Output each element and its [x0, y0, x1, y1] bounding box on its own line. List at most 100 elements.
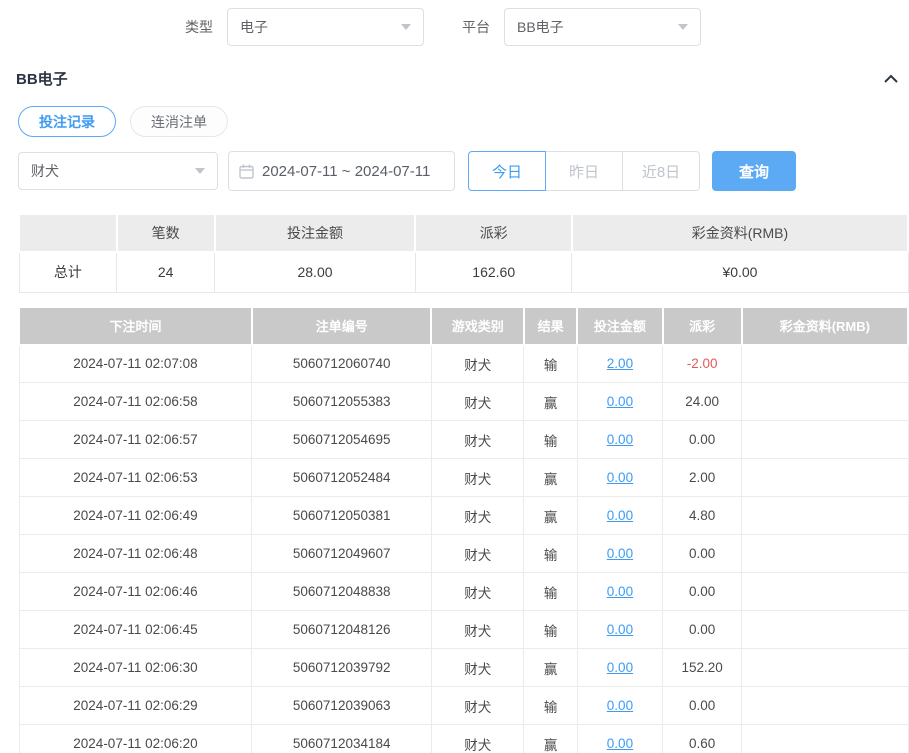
- payout-cell: 0.00: [663, 535, 742, 573]
- header-game-type: 游戏类别: [431, 307, 523, 345]
- order-number-cell: 5060712034184: [252, 725, 432, 753]
- bet-amount-cell: 0.00: [577, 611, 662, 649]
- chevron-up-icon[interactable]: [883, 73, 899, 85]
- game-type-cell: 财犬: [431, 535, 523, 573]
- header-result: 结果: [524, 307, 577, 345]
- game-type-cell: 财犬: [431, 497, 523, 535]
- platform-select[interactable]: BB电子: [504, 8, 701, 46]
- payout-cell: 24.00: [663, 383, 742, 421]
- type-select[interactable]: 电子: [227, 8, 424, 46]
- table-row: 2024-07-11 02:06:465060712048838财犬输0.000…: [19, 573, 908, 611]
- bonus-cell: [742, 497, 908, 535]
- section-title: BB电子: [16, 68, 68, 89]
- today-button[interactable]: 今日: [468, 151, 546, 191]
- payout-cell: 4.80: [663, 497, 742, 535]
- tab-cancelled-orders[interactable]: 连消注单: [130, 106, 228, 137]
- table-row: 2024-07-11 02:06:485060712049607财犬输0.000…: [19, 535, 908, 573]
- payout-cell: 0.00: [663, 611, 742, 649]
- bet-amount-link[interactable]: 0.00: [607, 508, 633, 523]
- summary-total-payout: 162.60: [415, 252, 571, 292]
- tab-bet-records[interactable]: 投注记录: [18, 106, 116, 137]
- bonus-cell: [742, 459, 908, 497]
- game-type-cell: 财犬: [431, 649, 523, 687]
- bet-amount-link[interactable]: 0.00: [607, 584, 633, 599]
- bonus-cell: [742, 725, 908, 753]
- order-number-cell: 5060712039063: [252, 687, 432, 725]
- result-cell: 赢: [524, 649, 577, 687]
- order-number-cell: 5060712055383: [252, 383, 432, 421]
- bet-amount-link[interactable]: 0.00: [607, 470, 633, 485]
- game-type-cell: 财犬: [431, 687, 523, 725]
- summary-table: 笔数 投注金额 派彩 彩金资料(RMB) 总计 24 28.00 162.60 …: [18, 213, 909, 293]
- bet-amount-cell: 0.00: [577, 421, 662, 459]
- bonus-cell: [742, 383, 908, 421]
- bet-time-cell: 2024-07-11 02:06:49: [19, 497, 252, 535]
- bet-amount-link[interactable]: 0.00: [607, 698, 633, 713]
- bet-amount-link[interactable]: 0.00: [607, 546, 633, 561]
- bet-amount-link[interactable]: 2.00: [607, 356, 633, 371]
- game-type-cell: 财犬: [431, 421, 523, 459]
- bet-time-cell: 2024-07-11 02:07:08: [19, 345, 252, 383]
- bet-amount-link[interactable]: 0.00: [607, 394, 633, 409]
- chevron-down-icon: [678, 24, 688, 30]
- bet-time-cell: 2024-07-11 02:06:48: [19, 535, 252, 573]
- type-label: 类型: [185, 17, 213, 37]
- table-row: 2024-07-11 02:07:085060712060740财犬输2.00-…: [19, 345, 908, 383]
- bet-time-cell: 2024-07-11 02:06:58: [19, 383, 252, 421]
- type-select-value: 电子: [240, 17, 268, 37]
- summary-header-bet-amount: 投注金额: [215, 214, 416, 252]
- summary-total-row: 总计 24 28.00 162.60 ¥0.00: [19, 252, 908, 292]
- tabs-row: 投注记录 连消注单: [18, 106, 909, 137]
- result-cell: 赢: [524, 497, 577, 535]
- bonus-cell: [742, 611, 908, 649]
- payout-cell: 0.00: [663, 687, 742, 725]
- chevron-down-icon: [401, 24, 411, 30]
- game-type-cell: 财犬: [431, 345, 523, 383]
- bet-time-cell: 2024-07-11 02:06:57: [19, 421, 252, 459]
- search-button[interactable]: 查询: [712, 151, 796, 191]
- summary-total-bonus: ¥0.00: [572, 252, 908, 292]
- bet-amount-link[interactable]: 0.00: [607, 660, 633, 675]
- bet-amount-link[interactable]: 0.00: [607, 622, 633, 637]
- order-number-cell: 5060712060740: [252, 345, 432, 383]
- bonus-cell: [742, 649, 908, 687]
- summary-header-bonus: 彩金资料(RMB): [572, 214, 908, 252]
- bet-amount-cell: 0.00: [577, 649, 662, 687]
- order-number-cell: 5060712054695: [252, 421, 432, 459]
- summary-total-label: 总计: [19, 252, 117, 292]
- order-number-cell: 5060712048126: [252, 611, 432, 649]
- bonus-cell: [742, 421, 908, 459]
- summary-header-empty: [19, 214, 117, 252]
- bet-amount-link[interactable]: 0.00: [607, 736, 633, 751]
- game-type-cell: 财犬: [431, 573, 523, 611]
- game-type-cell: 财犬: [431, 611, 523, 649]
- yesterday-button[interactable]: 昨日: [545, 151, 623, 191]
- result-cell: 赢: [524, 383, 577, 421]
- table-row: 2024-07-11 02:06:585060712055383财犬赢0.002…: [19, 383, 908, 421]
- date-range-input[interactable]: 2024-07-11 ~ 2024-07-11: [228, 151, 455, 191]
- payout-cell: -2.00: [663, 345, 742, 383]
- summary-total-count: 24: [117, 252, 215, 292]
- order-number-cell: 5060712049607: [252, 535, 432, 573]
- last-8-days-button[interactable]: 近8日: [622, 151, 700, 191]
- header-order-number: 注单编号: [252, 307, 432, 345]
- table-row: 2024-07-11 02:06:455060712048126财犬输0.000…: [19, 611, 908, 649]
- result-cell: 赢: [524, 725, 577, 753]
- order-number-cell: 5060712048838: [252, 573, 432, 611]
- bet-amount-link[interactable]: 0.00: [607, 432, 633, 447]
- tab-bet-records-label: 投注记录: [39, 112, 95, 132]
- header-bet-time: 下注时间: [19, 307, 252, 345]
- game-select[interactable]: 财犬: [18, 152, 218, 190]
- payout-cell: 0.60: [663, 725, 742, 753]
- result-cell: 输: [524, 687, 577, 725]
- payout-cell: 152.20: [663, 649, 742, 687]
- table-row: 2024-07-11 02:06:575060712054695财犬输0.000…: [19, 421, 908, 459]
- bet-time-cell: 2024-07-11 02:06:45: [19, 611, 252, 649]
- bonus-cell: [742, 687, 908, 725]
- bet-amount-cell: 2.00: [577, 345, 662, 383]
- bet-table-header-row: 下注时间 注单编号 游戏类别 结果 投注金额 派彩 彩金资料(RMB): [19, 307, 908, 345]
- platform-field-group: 平台 BB电子: [462, 8, 701, 46]
- table-row: 2024-07-11 02:06:495060712050381财犬赢0.004…: [19, 497, 908, 535]
- platform-label: 平台: [462, 17, 490, 37]
- bet-records-table: 下注时间 注单编号 游戏类别 结果 投注金额 派彩 彩金资料(RMB) 2024…: [18, 306, 909, 753]
